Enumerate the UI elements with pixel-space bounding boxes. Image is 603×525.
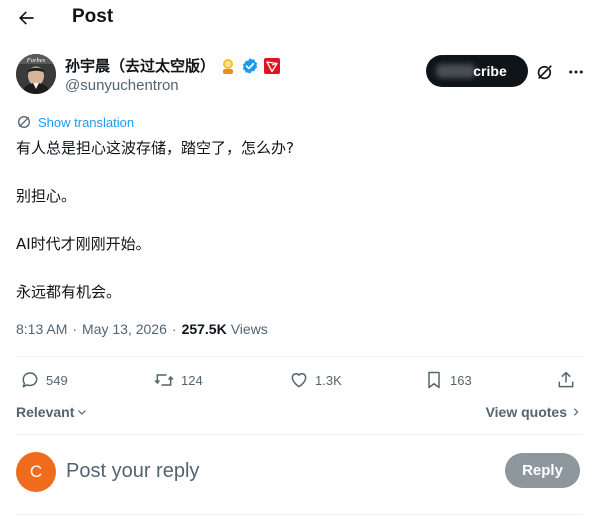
show-translation-label: Show translation (38, 114, 135, 130)
post-time[interactable]: 8:13 AM (16, 321, 67, 337)
show-translation-link[interactable]: Show translation (16, 114, 134, 130)
back-button[interactable] (12, 4, 40, 32)
repost-action[interactable]: 124 (153, 370, 203, 390)
tron-logo-icon[interactable] (263, 57, 281, 75)
arrow-left-icon (19, 11, 34, 25)
divider (16, 514, 583, 515)
subscribe-label: cribe (473, 63, 507, 79)
grok-icon (537, 65, 552, 80)
reply-composer: C Reply (16, 448, 583, 498)
chevron-right-icon (573, 408, 579, 416)
repost-icon (154, 374, 174, 386)
more-horizontal-icon (569, 70, 583, 74)
more-options-button[interactable] (564, 61, 588, 83)
page-title: Post (72, 6, 114, 27)
divider (16, 434, 583, 435)
views-count: 257.5K (181, 321, 227, 337)
view-quotes-link[interactable]: View quotes (486, 404, 581, 420)
post-actions: 549 124 1.3K 163 (16, 366, 583, 398)
astronaut-emoji-icon (219, 57, 237, 75)
reply-count: 549 (46, 372, 68, 388)
share-upload-icon (558, 371, 574, 388)
reply-input[interactable] (66, 456, 486, 486)
views-label: Views (230, 321, 268, 337)
display-name[interactable]: 孙宇晨（去过太空版） (65, 55, 215, 76)
bookmark-icon (428, 371, 440, 389)
top-bar: Post (0, 0, 603, 36)
post-paragraph: 永远都有机会。 (16, 283, 122, 301)
post-paragraph: AI时代才刚刚开始。 (16, 235, 151, 253)
reply-bubble-icon (22, 372, 38, 388)
avatar[interactable]: Forbes (16, 54, 56, 94)
grok-button[interactable] (534, 61, 556, 83)
chevron-down-icon (78, 410, 87, 415)
bookmark-action[interactable]: 163 (424, 370, 472, 390)
heart-icon (291, 373, 307, 388)
reply-action[interactable]: 549 (20, 370, 68, 390)
svg-text:Forbes: Forbes (26, 57, 46, 64)
reply-button[interactable]: Reply (505, 453, 580, 488)
my-avatar[interactable]: C (16, 452, 56, 492)
subscribe-button[interactable]: cribe (426, 55, 528, 87)
reply-sort-dropdown[interactable]: Relevant (16, 404, 88, 420)
like-count: 1.3K (315, 372, 342, 388)
name-line: 孙宇晨（去过太空版） (65, 55, 281, 76)
like-action[interactable]: 1.3K (289, 370, 342, 390)
post-date[interactable]: May 13, 2026 (82, 321, 167, 337)
translate-globe-icon (18, 116, 30, 128)
repost-count: 124 (181, 372, 203, 388)
post-author: Forbes 孙宇晨（去过太空版） @sunyuchentron cribe (16, 53, 587, 99)
profile-photo-icon: Forbes (16, 54, 56, 94)
verified-check-icon[interactable] (241, 57, 259, 75)
divider (16, 356, 583, 357)
handle[interactable]: @sunyuchentron (65, 77, 179, 94)
meta-separator: · (171, 321, 177, 337)
share-action[interactable] (556, 370, 576, 390)
meta-separator: · (72, 321, 78, 337)
view-quotes-label: View quotes (485, 404, 567, 420)
reply-sort-label: Relevant (16, 404, 75, 420)
post-paragraph: 别担心。 (16, 187, 77, 205)
post-paragraph: 有人总是担心这波存储，踏空了，怎么办? (16, 139, 294, 157)
bookmark-count: 163 (450, 372, 472, 388)
post-meta: 8:13 AM · May 13, 2026 · 257.5K Views (16, 321, 268, 337)
